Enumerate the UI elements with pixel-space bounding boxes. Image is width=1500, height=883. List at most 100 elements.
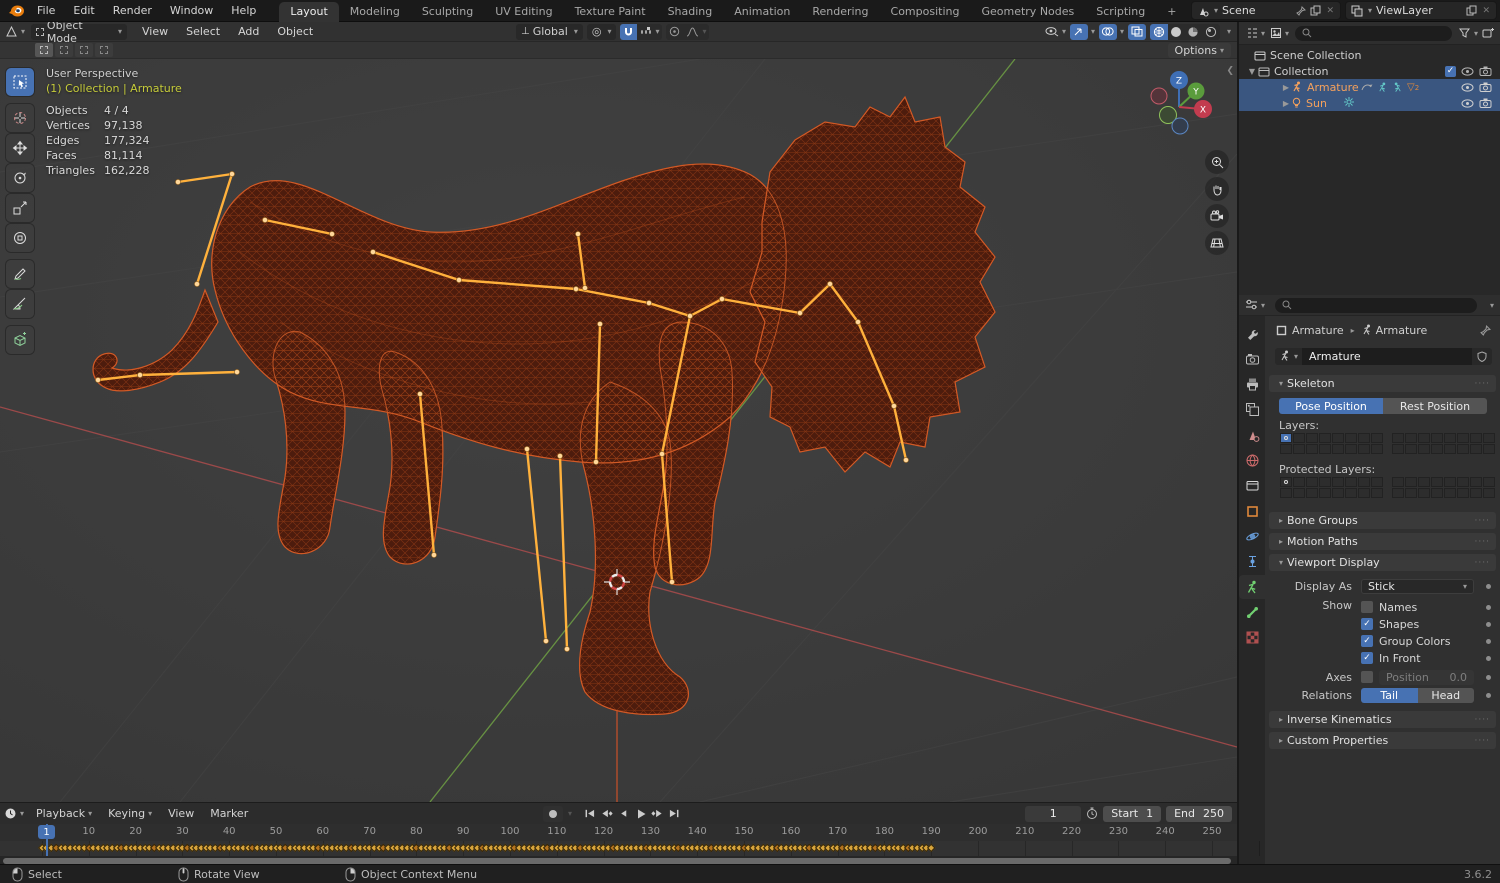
layer-cell[interactable] [1457,444,1469,454]
layer-cell[interactable] [1405,488,1417,498]
navigation-gizmo[interactable]: Z Y X [1143,62,1215,140]
tool-scale-button[interactable] [6,194,34,222]
shading-material-button[interactable] [1184,24,1202,40]
jump-to-start-button[interactable] [582,806,597,821]
layer-cell[interactable] [1358,444,1370,454]
outliner-row-sun[interactable]: ▶ Sun [1239,95,1500,111]
workspace-tab-animation[interactable]: Animation [723,2,801,22]
outliner-filter-id-icon[interactable] [1269,27,1282,40]
axes-position-slider[interactable]: Position 0.0 [1379,669,1474,685]
layer-cell[interactable] [1332,444,1344,454]
gizmo-neg-z-axis[interactable] [1171,117,1189,135]
collapse-icon[interactable]: ▼ [1247,67,1257,76]
layer-cell[interactable] [1418,433,1430,443]
viewport-menu-object[interactable]: Object [268,25,322,38]
tab-collection-icon[interactable] [1239,474,1265,498]
skeleton-section-header[interactable]: ▾ Skeleton ···· [1269,375,1496,392]
layer-cell[interactable] [1293,488,1305,498]
new-scene-icon[interactable] [1309,4,1322,17]
breadcrumb-data[interactable]: Armature [1376,324,1428,337]
timeline-keyframe-band[interactable] [0,841,1260,856]
bone-joint[interactable] [137,372,143,378]
show-in-front-checkbox[interactable]: ✓ [1361,652,1373,664]
hide-eye-icon[interactable] [1461,82,1474,92]
hide-eye-icon[interactable] [1461,98,1474,108]
layer-cell[interactable] [1392,433,1404,443]
timeline-menu-marker[interactable]: Marker [202,807,256,820]
layer-cell[interactable] [1457,433,1469,443]
bone-joint[interactable] [417,391,423,397]
timeline-menu-keying[interactable]: Keying ▾ [100,807,160,820]
bone-joint[interactable] [229,171,235,177]
visibility-dropdown[interactable]: ▾ [1045,26,1066,37]
timeline-editor-type-icon[interactable] [4,807,17,820]
layer-cell[interactable] [1358,433,1370,443]
tool-move-button[interactable] [6,134,34,162]
layer-cell[interactable] [1392,477,1404,487]
display-as-dropdown[interactable]: Stick ▾ [1361,578,1474,594]
viewport-menu-view[interactable]: View [133,25,177,38]
bone-joint[interactable] [582,285,588,291]
animate-dot[interactable] [1486,621,1491,627]
viewport-menu-add[interactable]: Add [229,25,268,38]
show-names-checkbox[interactable] [1361,601,1373,613]
falloff-dropdown[interactable]: ▾ [683,24,709,40]
xray-toggle[interactable] [1127,23,1146,40]
outliner-row-scene-collection[interactable]: Scene Collection [1239,47,1500,63]
tool-rotate-button[interactable] [6,164,34,192]
tab-data-icon[interactable] [1239,575,1265,599]
bone-joint[interactable] [593,459,599,465]
timeline-menu-view[interactable]: View [160,807,202,820]
frame-start-field[interactable]: Start 1 [1103,805,1162,822]
layer-cell[interactable] [1444,488,1456,498]
layer-cell[interactable] [1405,433,1417,443]
auto-keying-button[interactable] [543,805,563,822]
disable-render-camera-icon[interactable] [1479,98,1492,108]
shading-solid-button[interactable] [1168,24,1184,40]
pan-button[interactable] [1205,177,1229,201]
layer-cell[interactable] [1345,433,1357,443]
bone-groups-section-header[interactable]: ▸ Bone Groups ···· [1269,512,1496,529]
bone-joint[interactable] [575,231,581,237]
remove-viewlayer-icon[interactable]: ✕ [1480,6,1492,16]
layer-cell[interactable] [1483,477,1495,487]
viewport-canvas[interactable] [0,59,1237,802]
workspace-tab-compositing[interactable]: Compositing [880,2,971,22]
custom-properties-section-header[interactable]: ▸ Custom Properties ···· [1269,732,1496,749]
select-mode-intersect-button[interactable] [95,43,113,57]
workspace-tab-modeling[interactable]: Modeling [339,2,411,22]
layer-cell[interactable] [1280,488,1292,498]
bone-joint[interactable] [646,300,652,306]
orientation-dropdown[interactable]: ⊥ Global ▾ [516,23,583,40]
bone-joint[interactable] [456,277,462,283]
new-collection-icon[interactable] [1481,27,1494,40]
layer-cell[interactable] [1332,433,1344,443]
snap-target-dropdown[interactable]: ▾ [637,24,662,40]
mode-dropdown[interactable]: Object Mode ▾ [31,22,128,45]
animate-dot[interactable] [1486,638,1491,644]
layer-cell[interactable] [1470,444,1482,454]
viewport-menu-select[interactable]: Select [177,25,229,38]
hide-eye-icon[interactable] [1461,66,1474,76]
workspace-tab-geometry-nodes[interactable]: Geometry Nodes [970,2,1085,22]
ortho-switch-button[interactable] [1205,231,1229,255]
rest-position-button[interactable]: Rest Position [1383,398,1487,414]
select-mode-new-button[interactable] [35,43,53,57]
layer-cell[interactable] [1319,433,1331,443]
tool-add-cube-button[interactable] [6,326,34,354]
camera-view-button[interactable] [1205,204,1229,228]
next-keyframe-button[interactable] [650,806,665,821]
viewlayer-selector[interactable]: ▾ ViewLayer ✕ [1345,1,1497,20]
bone-joint[interactable] [827,281,833,287]
zoom-button[interactable] [1205,150,1229,174]
layer-cell[interactable] [1392,488,1404,498]
bone-joint[interactable] [564,646,570,652]
layer-cell[interactable] [1470,488,1482,498]
workspace-tab-scripting[interactable]: Scripting [1085,2,1156,22]
outliner-row-armature[interactable]: ▶ Armature ▽2 [1239,79,1500,95]
add-workspace-button[interactable]: + [1156,2,1187,22]
collection-checkbox[interactable]: ✓ [1445,65,1456,77]
layer-cell[interactable] [1431,444,1443,454]
properties-search-input[interactable] [1275,297,1477,313]
workspace-tab-uv-editing[interactable]: UV Editing [484,2,563,22]
